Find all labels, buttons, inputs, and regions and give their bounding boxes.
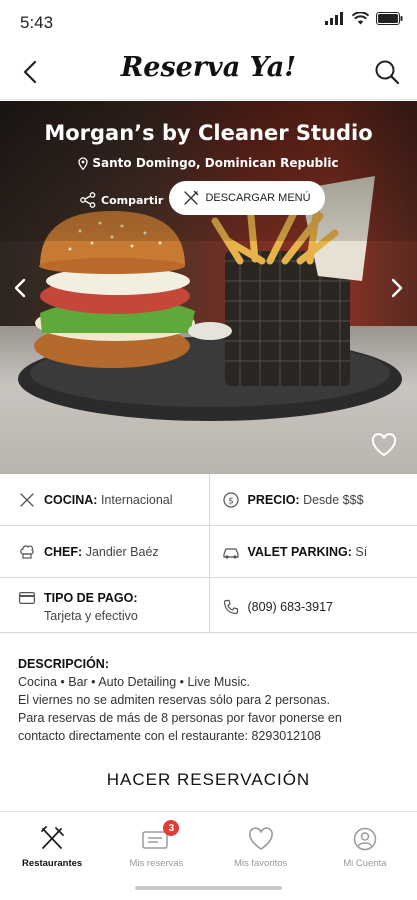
description-title: DESCRIPCIÓN: xyxy=(18,657,109,671)
share-icon xyxy=(80,192,96,208)
info-pago: TIPO DE PAGO: Tarjeta y efectivo xyxy=(0,578,209,632)
reservations-badge: 3 xyxy=(163,820,180,836)
valet-label: VALET PARKING: xyxy=(247,545,352,559)
description-line: Cocina • Bar • Auto Detailing • Live Mus… xyxy=(18,675,250,689)
download-menu-button[interactable]: DESCARGAR MENÚ xyxy=(169,181,325,215)
info-precio: $ PRECIO: Desde $$$ xyxy=(208,474,417,525)
chevron-left-icon xyxy=(14,278,26,298)
description-line: Para reservas de más de 8 personas por f… xyxy=(18,711,342,725)
battery-icon xyxy=(376,12,403,25)
description-line: El viernes no se admiten reservas sólo p… xyxy=(18,693,330,707)
description: DESCRIPCIÓN: Cocina • Bar • Auto Detaili… xyxy=(18,655,403,745)
info-row: CHEF: Jandier Baéz VALET PARKING: Sí xyxy=(0,526,417,578)
utensils-icon xyxy=(184,190,199,205)
info-telefono[interactable]: (809) 683-3917 xyxy=(208,578,417,632)
restaurant-location: Santo Domingo, Dominican Republic xyxy=(0,156,417,170)
cocina-value: Internacional xyxy=(100,493,173,507)
chef-label: CHEF: xyxy=(44,545,83,559)
car-icon xyxy=(222,543,240,561)
chef-hat-icon xyxy=(18,543,36,561)
ticket-icon: 3 xyxy=(141,820,180,854)
location-pin-icon xyxy=(78,156,89,170)
nav-item-mis-reservas[interactable]: 3 Mis reservas xyxy=(104,812,208,877)
signal-icon xyxy=(325,12,343,25)
carousel-next-button[interactable] xyxy=(385,273,409,303)
svg-text:$: $ xyxy=(228,497,234,507)
precio-value: Desde $$$ xyxy=(303,493,364,507)
pago-value: Tarjeta y efectivo xyxy=(44,609,138,623)
pago-label: TIPO DE PAGO: xyxy=(44,591,138,605)
home-indicator xyxy=(135,886,282,890)
nav-label: Restaurantes xyxy=(22,858,83,869)
heart-icon xyxy=(246,824,276,854)
info-chef: CHEF: Jandier Baéz xyxy=(0,526,209,577)
nav-label: Mis reservas xyxy=(129,858,184,869)
chef-value: Jandier Baéz xyxy=(85,545,159,559)
search-icon xyxy=(375,60,400,85)
carousel-prev-button[interactable] xyxy=(8,273,32,303)
share-button[interactable]: Compartir xyxy=(80,187,163,213)
info-row: COCINA: Internacional $ PRECIO: Desde $$… xyxy=(0,474,417,526)
description-line: contacto directamente con el restaurante… xyxy=(18,729,321,743)
status-time: 5:43 xyxy=(20,13,54,32)
info-row: TIPO DE PAGO: Tarjeta y efectivo (809) 68… xyxy=(0,578,417,633)
nav-label: Mi Cuenta xyxy=(343,858,387,869)
nav-item-mis-favoritos[interactable]: Mis favoritos xyxy=(209,812,313,877)
fork-knife-icon xyxy=(37,824,67,854)
download-menu-label: DESCARGAR MENÚ xyxy=(205,192,311,204)
status-bar: 5:43 xyxy=(0,0,417,44)
nav-item-mi-cuenta[interactable]: Mi Cuenta xyxy=(313,812,417,877)
nav-label: Mis favoritos xyxy=(233,858,288,869)
restaurant-name: Morgan’s by Cleaner Studio xyxy=(44,121,373,145)
phone-value: (809) 683-3917 xyxy=(247,600,333,614)
cocina-label: COCINA: xyxy=(44,493,98,507)
wifi-icon xyxy=(352,12,369,25)
favorite-button[interactable] xyxy=(369,430,399,460)
precio-label: PRECIO: xyxy=(247,493,300,507)
hero-image: Morgan’s by Cleaner Studio Santo Domingo… xyxy=(0,101,417,474)
app-title: Reserva Ya! xyxy=(120,52,297,83)
share-label: Compartir xyxy=(101,193,164,207)
credit-card-icon xyxy=(18,589,36,607)
app-header: Reserva Ya! xyxy=(0,44,417,100)
heart-icon xyxy=(371,433,397,457)
nav-item-restaurantes[interactable]: Restaurantes xyxy=(0,812,104,877)
status-icons xyxy=(325,12,403,25)
utensils-icon xyxy=(18,491,36,509)
search-button[interactable] xyxy=(367,52,407,92)
bottom-nav: Restaurantes 3 Mis reservas Mis favorito… xyxy=(0,811,417,877)
phone-icon xyxy=(222,598,240,616)
info-cocina: COCINA: Internacional xyxy=(0,474,209,525)
dollar-icon: $ xyxy=(222,491,240,509)
valet-value: Sí xyxy=(355,545,368,559)
info-valet: VALET PARKING: Sí xyxy=(208,526,417,577)
info-grid: COCINA: Internacional $ PRECIO: Desde $$… xyxy=(0,474,417,633)
chevron-right-icon xyxy=(391,278,403,298)
location-text: Santo Domingo, Dominican Republic xyxy=(92,156,339,170)
make-reservation-button[interactable]: HACER RESERVACIÓN xyxy=(0,770,417,800)
user-icon xyxy=(350,824,380,854)
